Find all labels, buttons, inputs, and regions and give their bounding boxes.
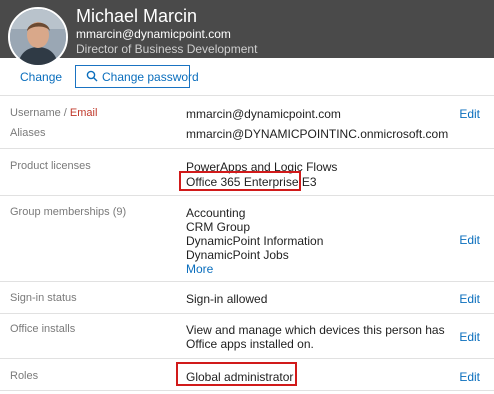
username-value: mmarcin@dynamicpoint.com: [186, 107, 341, 121]
product-licenses-label: Product licenses: [10, 160, 91, 172]
user-name: Michael Marcin: [76, 6, 198, 26]
avatar: [8, 7, 68, 67]
more-groups-link[interactable]: More: [186, 262, 213, 276]
divider: [0, 358, 494, 359]
sign-in-status-label: Sign-in status: [10, 292, 77, 304]
highlight-box-license: [179, 171, 301, 191]
edit-office-installs-link[interactable]: Edit: [459, 330, 480, 344]
edit-groups-link[interactable]: Edit: [459, 233, 480, 247]
change-password-button[interactable]: Change password: [75, 65, 199, 88]
change-password-label: Change password: [102, 70, 199, 84]
aliases-label: Aliases: [10, 127, 46, 139]
group-item: DynamicPoint Information: [186, 234, 324, 248]
group-item: DynamicPoint Jobs: [186, 248, 289, 262]
group-item: CRM Group: [186, 220, 251, 234]
office-installs-line: View and manage which devices this perso…: [186, 323, 445, 337]
search-icon: [86, 70, 98, 85]
user-job-title: Director of Business Development: [76, 42, 258, 56]
username-label: Username / Email: [10, 107, 98, 119]
office-installs-label: Office installs: [10, 323, 76, 335]
group-memberships-label: Group memberships (9): [10, 206, 127, 218]
divider: [0, 313, 494, 314]
divider: [0, 281, 494, 282]
edit-sign-in-link[interactable]: Edit: [459, 292, 480, 306]
divider: [0, 148, 494, 149]
divider: [0, 95, 494, 96]
aliases-value: mmarcin@DYNAMICPOINTINC.onmicrosoft.com: [186, 127, 449, 141]
divider: [0, 390, 494, 391]
group-item: Accounting: [186, 206, 246, 220]
office-installs-line: Office apps installed on.: [186, 337, 314, 351]
sign-in-status-value: Sign-in allowed: [186, 292, 268, 306]
divider: [0, 195, 494, 196]
edit-username-link[interactable]: Edit: [459, 107, 480, 121]
user-email: mmarcin@dynamicpoint.com: [76, 27, 231, 41]
roles-label: Roles: [10, 370, 39, 382]
change-photo-link[interactable]: Change: [20, 70, 62, 84]
edit-roles-link[interactable]: Edit: [459, 370, 480, 384]
highlight-box-roles: [176, 362, 297, 386]
